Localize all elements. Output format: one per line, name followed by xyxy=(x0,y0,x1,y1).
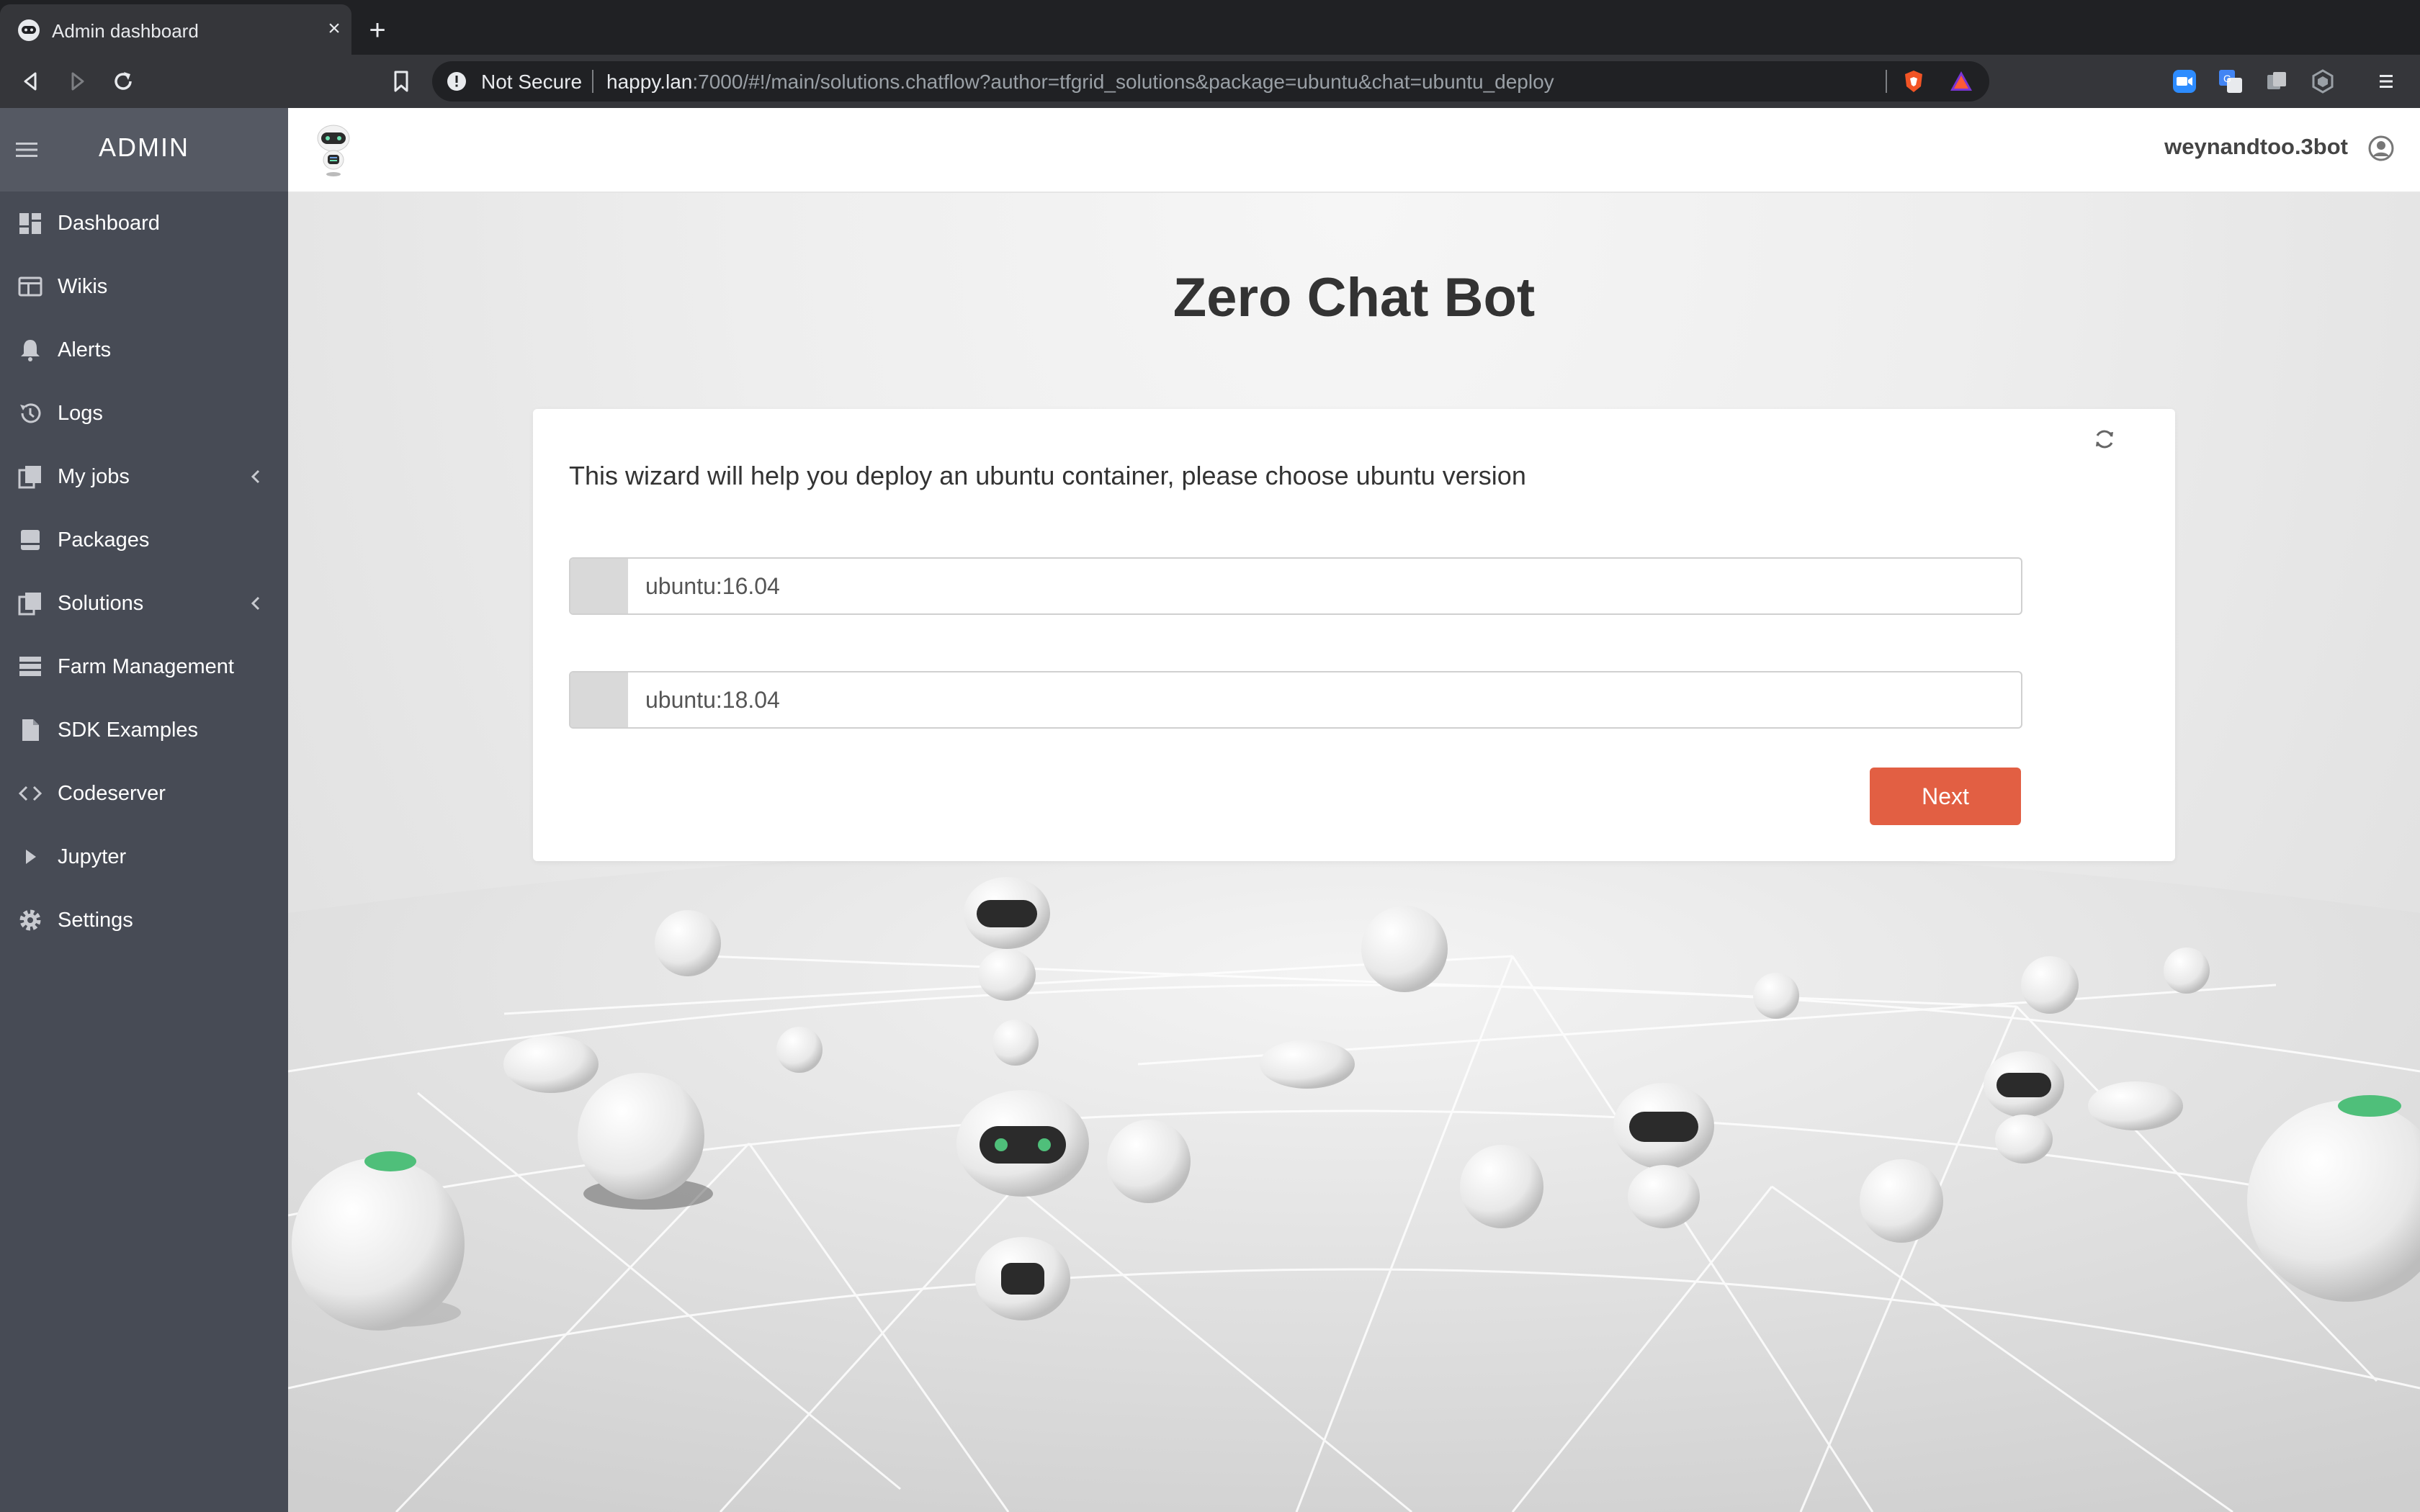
close-tab-icon[interactable]: × xyxy=(321,16,347,42)
sidebar-item-packages[interactable]: Packages xyxy=(0,508,288,572)
address-bar[interactable]: Not Secure happy.lan:7000/#!/main/soluti… xyxy=(432,61,1989,102)
reload-icon[interactable] xyxy=(108,66,138,96)
refresh-icon[interactable] xyxy=(2090,425,2119,454)
sidebar-item-settings[interactable]: Settings xyxy=(0,888,288,952)
hexagon-extension-icon[interactable] xyxy=(2311,69,2335,94)
brave-rewards-icon[interactable] xyxy=(1949,69,1973,94)
server-icon xyxy=(19,657,41,676)
browser-toolbar: Not Secure happy.lan:7000/#!/main/soluti… xyxy=(0,55,2420,108)
sidebar-item-farm-management[interactable]: Farm Management xyxy=(0,635,288,698)
code-icon xyxy=(18,786,42,801)
sidebar-item-solutions[interactable]: Solutions xyxy=(0,572,288,635)
sidebar-item-label: Settings xyxy=(58,909,133,932)
sidebar-item-label: Logs xyxy=(58,402,103,425)
omnibox-divider-right xyxy=(1886,70,1887,93)
option-label: ubuntu:16.04 xyxy=(645,573,780,599)
url-path: :7000/#!/main/solutions.chatflow?author=… xyxy=(692,71,1554,93)
browser-menu-icon[interactable] xyxy=(2374,69,2398,94)
gear-icon xyxy=(19,909,41,931)
main-content: Zero Chat Bot This wizard will help you … xyxy=(288,193,2420,1512)
sidebar-item-label: Wikis xyxy=(58,275,108,298)
sidebar-item-wikis[interactable]: Wikis xyxy=(0,255,288,318)
file-icon xyxy=(22,719,39,741)
sidebar-item-label: Farm Management xyxy=(58,655,234,678)
browser-tab[interactable]: Admin dashboard × xyxy=(0,4,351,55)
sidebar-item-codeserver[interactable]: Codeserver xyxy=(0,762,288,825)
username[interactable]: weynandtoo.3bot xyxy=(2164,134,2348,160)
option-label: ubuntu:18.04 xyxy=(645,687,780,713)
zoom-extension-icon[interactable] xyxy=(2172,69,2197,94)
solutions-icon xyxy=(18,593,41,616)
wizard-question: This wizard will help you deploy an ubun… xyxy=(569,461,1526,490)
wikis-icon xyxy=(18,276,42,297)
omnibox-divider xyxy=(592,70,593,93)
svg-text:G: G xyxy=(2223,73,2231,84)
robot-favicon-icon xyxy=(18,19,40,41)
option-ubuntu-16-04[interactable]: ubuntu:16.04 xyxy=(569,557,2022,615)
sidebar: ADMIN Dashboard Wikis Alerts Logs My job… xyxy=(0,108,288,1512)
bot-logo-icon[interactable] xyxy=(315,124,351,179)
option-ubuntu-18-04[interactable]: ubuntu:18.04 xyxy=(569,671,2022,729)
user-account-icon[interactable] xyxy=(2368,135,2394,161)
sidebar-item-label: SDK Examples xyxy=(58,719,199,742)
sidebar-header: ADMIN xyxy=(0,108,288,192)
sidebar-item-label: Jupyter xyxy=(58,845,127,868)
url-text[interactable]: happy.lan:7000/#!/main/solutions.chatflo… xyxy=(606,71,1554,94)
play-icon xyxy=(26,850,36,864)
bell-icon xyxy=(21,340,40,361)
sidebar-item-label: Alerts xyxy=(58,338,112,361)
brave-shield-icon[interactable] xyxy=(1901,69,1926,94)
forward-icon[interactable] xyxy=(62,66,92,96)
next-button[interactable]: Next xyxy=(1870,768,2021,825)
translate-extension-icon[interactable]: G xyxy=(2218,69,2243,94)
sidebar-item-label: Codeserver xyxy=(58,782,166,805)
sidebar-item-label: My jobs xyxy=(58,465,130,488)
app-header: weynandtoo.3bot xyxy=(288,108,2420,193)
package-icon xyxy=(21,530,40,550)
info-icon[interactable] xyxy=(447,71,467,91)
url-host: happy.lan xyxy=(606,71,693,93)
tab-title: Admin dashboard xyxy=(52,20,199,42)
sidebar-item-label: Packages xyxy=(58,528,150,552)
radio-button[interactable] xyxy=(570,672,628,727)
sidebar-item-label: Solutions xyxy=(58,592,144,615)
chevron-left-icon xyxy=(251,596,260,611)
sidebar-item-label: Dashboard xyxy=(58,212,160,235)
security-label: Not Secure xyxy=(481,71,583,93)
bookmark-icon[interactable] xyxy=(386,66,416,96)
sidebar-item-jupyter[interactable]: Jupyter xyxy=(0,825,288,888)
back-icon[interactable] xyxy=(16,66,46,96)
chevron-left-icon xyxy=(251,469,260,484)
sidebar-item-my-jobs[interactable]: My jobs xyxy=(0,445,288,508)
chatflow-card: This wizard will help you deploy an ubun… xyxy=(533,409,2175,861)
jobs-icon xyxy=(18,466,41,489)
history-icon xyxy=(20,403,41,423)
sidebar-item-sdk-examples[interactable]: SDK Examples xyxy=(0,698,288,762)
page-title: Zero Chat Bot xyxy=(1173,267,1536,328)
extension-icon[interactable] xyxy=(2264,69,2289,94)
sidebar-title: ADMIN xyxy=(99,132,189,162)
new-tab-button[interactable]: + xyxy=(363,16,392,45)
dashboard-icon xyxy=(19,213,41,234)
sidebar-item-logs[interactable]: Logs xyxy=(0,382,288,445)
browser-tab-bar: Admin dashboard × + xyxy=(0,0,2420,55)
radio-button[interactable] xyxy=(570,559,628,613)
sidebar-item-dashboard[interactable]: Dashboard xyxy=(0,192,288,255)
sidebar-item-alerts[interactable]: Alerts xyxy=(0,318,288,382)
